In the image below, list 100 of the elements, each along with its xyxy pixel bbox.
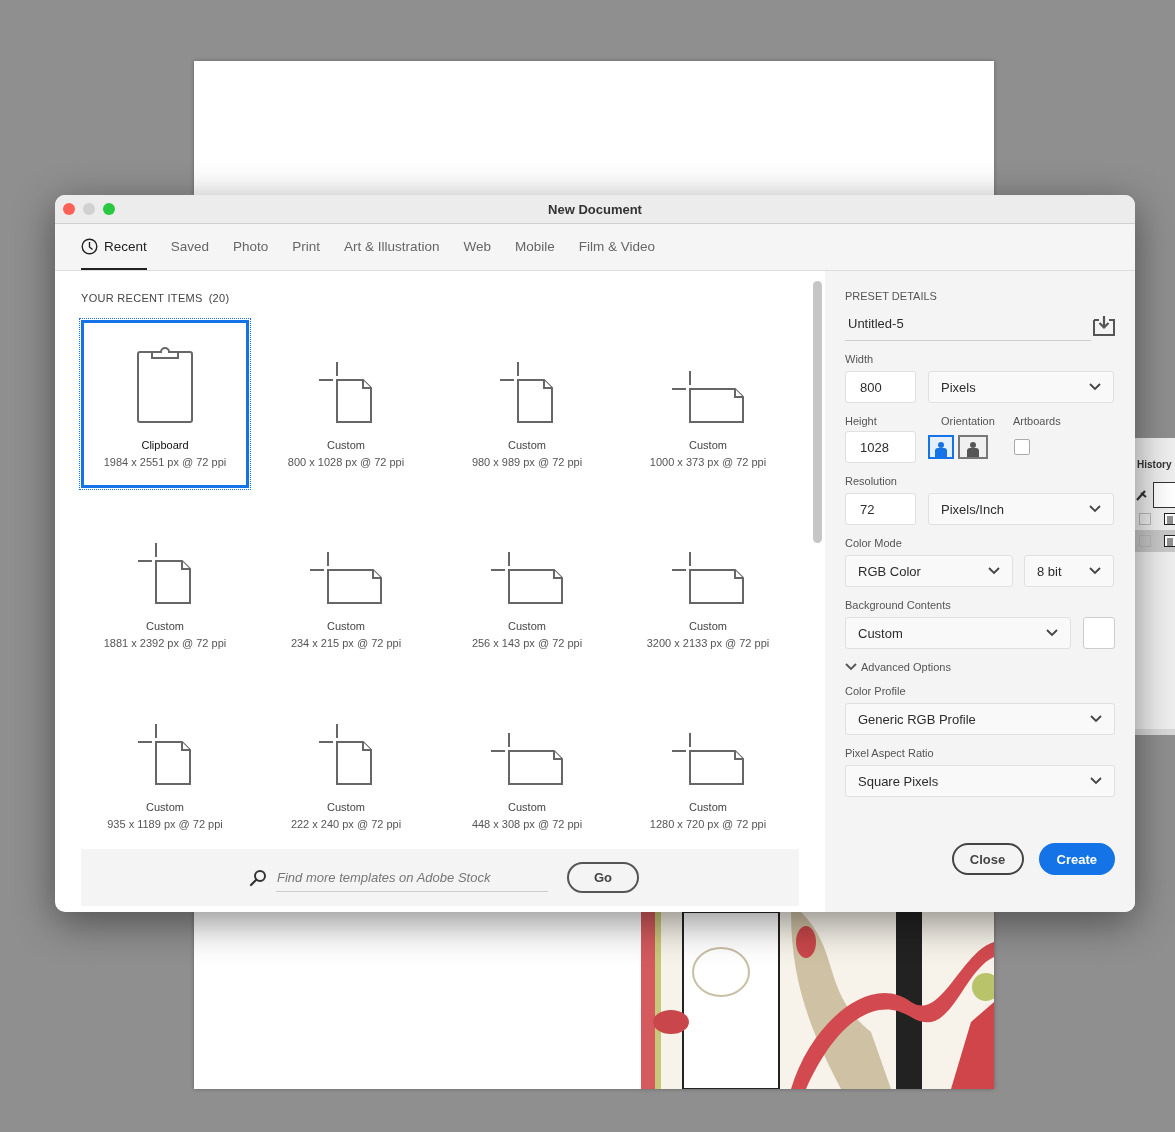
preset-card[interactable]: Custom 256 x 143 px @ 72 ppi — [443, 501, 611, 669]
tab[interactable]: Recent — [81, 224, 147, 270]
preset-name: Custom — [146, 620, 184, 632]
preset-card[interactable]: Custom 222 x 240 px @ 72 ppi — [262, 682, 430, 850]
preset-card[interactable]: Custom 3200 x 2133 px @ 72 ppi — [624, 501, 792, 669]
document-icon — [1163, 512, 1175, 526]
dropdown[interactable]: Pixels — [928, 371, 1114, 403]
field-label: Height — [845, 415, 878, 427]
preset-card[interactable]: Custom 980 x 989 px @ 72 ppi — [443, 320, 611, 488]
new-document-icon — [500, 362, 554, 424]
tab[interactable]: Art & Illustration — [344, 224, 440, 270]
chevron-icon — [1090, 715, 1102, 723]
create-button[interactable]: Create — [1038, 843, 1115, 875]
preset-card[interactable]: Clipboard 1984 x 2551 px @ 72 ppi — [81, 320, 249, 488]
item-count: (20) — [208, 292, 230, 304]
preset-card[interactable]: Custom 1280 x 720 px @ 72 ppi — [624, 682, 792, 850]
preset-name: Custom — [689, 801, 727, 813]
chevron-icon — [1046, 629, 1058, 637]
go-button[interactable]: Go — [567, 862, 639, 893]
new-document-icon — [671, 733, 745, 786]
preset-details: 256 x 143 px @ 72 ppi — [471, 637, 583, 649]
dropdown[interactable]: RGB Color — [845, 555, 1013, 587]
chevron-icon — [1089, 567, 1101, 575]
minimize-button[interactable] — [83, 203, 95, 215]
scrollbar[interactable] — [813, 281, 822, 543]
visibility-checkbox[interactable] — [1139, 513, 1151, 525]
advanced-options-toggle[interactable]: Advanced Options — [845, 661, 1115, 673]
visibility-checkbox[interactable] — [1139, 535, 1151, 547]
preset-details: 1280 x 720 px @ 72 ppi — [649, 818, 767, 830]
new-document-icon — [671, 371, 745, 424]
save-preset-icon — [1093, 316, 1115, 336]
person-icon — [965, 441, 981, 457]
preset-card[interactable]: Custom 935 x 1189 px @ 72 ppi — [81, 682, 249, 850]
color-swatch[interactable] — [1083, 617, 1115, 649]
section-heading: YOUR RECENT ITEMS — [81, 292, 203, 304]
dropdown[interactable]: Pixels/Inch — [928, 493, 1114, 525]
new-document-icon — [490, 552, 564, 605]
artboards-checkbox[interactable] — [1014, 439, 1030, 455]
preset-details: 1984 x 2551 px @ 72 ppi — [103, 456, 227, 468]
document-name-field[interactable]: Untitled-5 — [845, 311, 1091, 341]
chevron-icon — [1090, 777, 1102, 785]
preset-card[interactable]: Custom 1881 x 2392 px @ 72 ppi — [81, 501, 249, 669]
preset-details: 3200 x 2133 px @ 72 ppi — [646, 637, 770, 649]
new-document-icon — [138, 543, 192, 605]
tab[interactable]: Photo — [233, 224, 269, 270]
preset-name: Custom — [327, 620, 365, 632]
dropdown[interactable]: Square Pixels — [845, 765, 1115, 797]
number-field[interactable]: 1028 — [845, 431, 916, 463]
preset-name: Custom — [327, 801, 365, 813]
preset-details: 1000 x 373 px @ 72 ppi — [649, 456, 767, 468]
preset-name: Clipboard — [141, 439, 189, 451]
new-document-icon — [319, 724, 373, 786]
field-label: Width — [845, 353, 875, 365]
preset-details: 222 x 240 px @ 72 ppi — [290, 818, 402, 830]
preset-name: Custom — [689, 439, 727, 451]
field-label: Color Mode — [845, 537, 903, 549]
preset-details: 980 x 989 px @ 72 ppi — [471, 456, 583, 468]
new-document-icon — [319, 362, 373, 424]
dropdown[interactable]: 8 bit — [1024, 555, 1114, 587]
dropdown[interactable]: Generic RGB Profile — [845, 703, 1115, 735]
window-title: New Document — [548, 201, 642, 217]
preset-card[interactable]: Custom 234 x 215 px @ 72 ppi — [262, 501, 430, 669]
tab[interactable]: Web — [463, 224, 491, 270]
clock-icon — [81, 237, 98, 255]
number-field[interactable]: 800 — [845, 371, 916, 403]
preset-name: Custom — [327, 439, 365, 451]
preset-details: 800 x 1028 px @ 72 ppi — [287, 456, 405, 468]
preset-details: 448 x 308 px @ 72 ppi — [471, 818, 583, 830]
snapshot-thumbnail[interactable] — [1153, 482, 1175, 508]
number-field[interactable]: 72 — [845, 493, 916, 525]
person-icon — [933, 441, 949, 457]
search-icon — [249, 868, 267, 887]
field-label: Background Contents — [845, 599, 952, 611]
landscape-orientation-button[interactable] — [958, 435, 988, 459]
preset-card[interactable]: Custom 448 x 308 px @ 72 ppi — [443, 682, 611, 850]
field-label: Pixel Aspect Ratio — [845, 747, 935, 759]
chevron-icon — [988, 567, 1000, 575]
tab[interactable]: Film & Video — [578, 224, 655, 270]
tab[interactable]: Mobile — [514, 224, 555, 270]
zoom-button[interactable] — [103, 203, 115, 215]
preset-card[interactable]: Custom 800 x 1028 px @ 72 ppi — [262, 320, 430, 488]
dropdown[interactable]: Custom — [845, 617, 1071, 649]
clipboard-icon — [137, 346, 193, 424]
preset-name: Custom — [146, 801, 184, 813]
portrait-orientation-button[interactable] — [928, 435, 954, 459]
new-document-icon — [309, 552, 383, 605]
field-label: Artboards — [1013, 415, 1061, 427]
search-field[interactable]: Find more templates on Adobe Stock — [276, 863, 548, 892]
panel-title[interactable]: History — [1135, 438, 1175, 470]
tab[interactable]: Print — [292, 224, 321, 270]
preset-card[interactable]: Custom 1000 x 373 px @ 72 ppi — [624, 320, 792, 488]
preset-name: Custom — [508, 620, 546, 632]
preset-name: Custom — [508, 801, 546, 813]
brush-icon — [1135, 488, 1149, 502]
new-document-icon — [671, 552, 745, 605]
new-document-icon — [138, 724, 192, 786]
tab[interactable]: Saved — [170, 224, 210, 270]
chevron-icon — [1089, 505, 1101, 513]
close-button[interactable]: Close — [951, 843, 1024, 875]
close-window-button[interactable] — [63, 203, 75, 215]
